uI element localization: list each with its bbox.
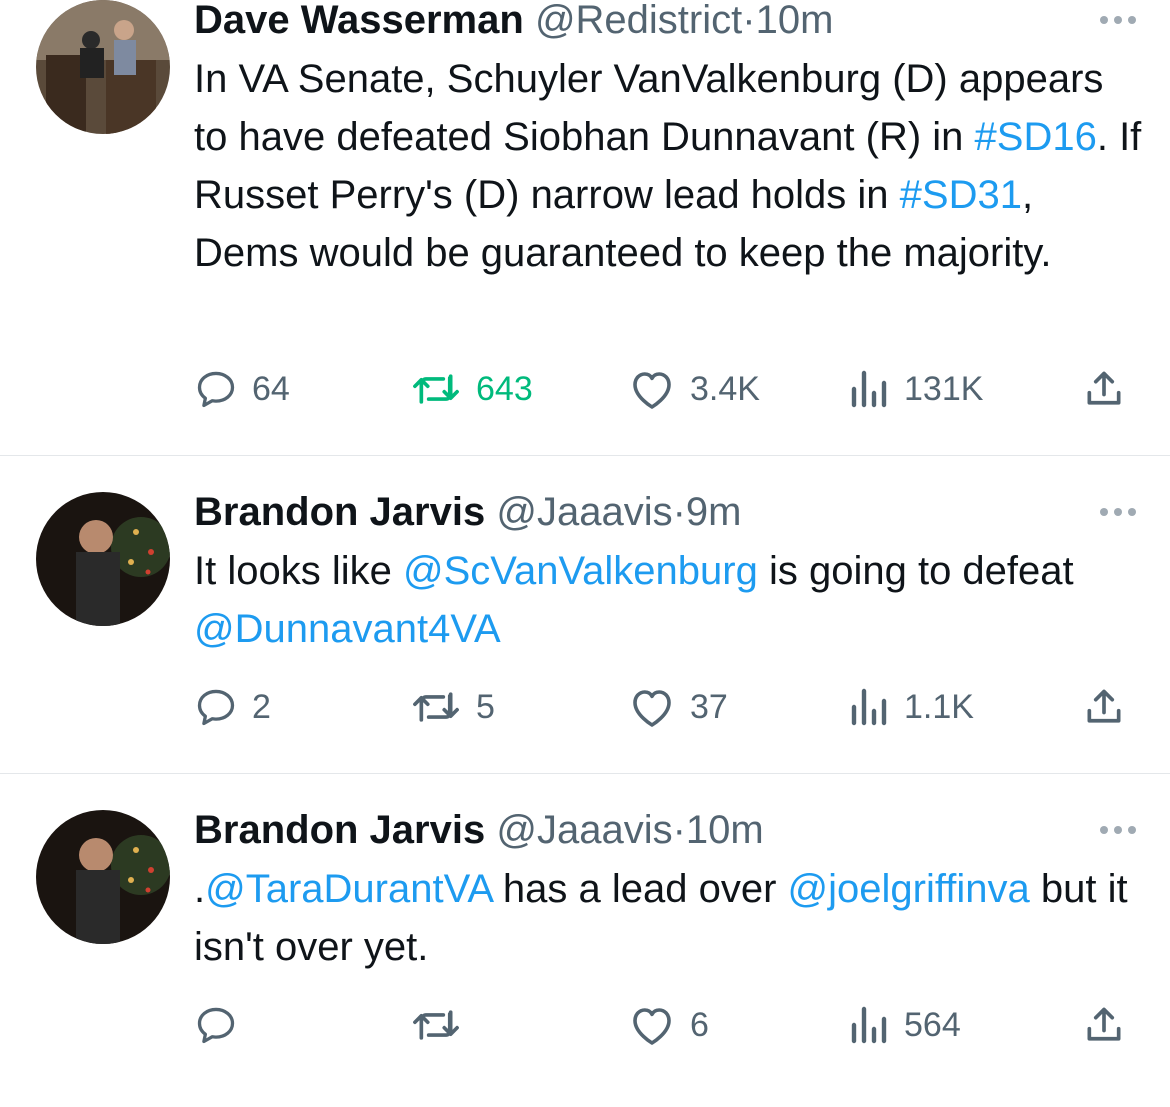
- heart-icon: [633, 1008, 671, 1045]
- reply-button[interactable]: 2: [194, 682, 271, 732]
- views-button[interactable]: 131K: [850, 364, 983, 414]
- more-icon[interactable]: [1096, 502, 1140, 522]
- views-count: 1.1K: [904, 687, 974, 726]
- retweet-icon: [413, 1010, 459, 1040]
- tweet-text-part: is going to defeat: [757, 549, 1074, 593]
- tweet-text: It looks like @ScVanValkenburg is going …: [194, 542, 1144, 658]
- share-icon: [1087, 371, 1121, 405]
- retweet-count: 5: [476, 687, 495, 726]
- tweet-header: Dave Wasserman @Redistrict·10m: [194, 0, 1050, 44]
- views-icon: [851, 1006, 887, 1044]
- tweet[interactable]: Dave Wasserman @Redistrict·10m In VA Sen…: [0, 0, 1170, 455]
- views-button[interactable]: 1.1K: [850, 682, 974, 732]
- views-count: 564: [904, 1005, 961, 1044]
- tweet[interactable]: Brandon Jarvis @Jaaavis·10m .@TaraDurant…: [0, 774, 1170, 1107]
- separator: ·: [672, 490, 686, 534]
- retweet-icon: [413, 374, 459, 404]
- timestamp[interactable]: 9m: [686, 490, 742, 534]
- hashtag-link[interactable]: #SD31: [900, 173, 1022, 217]
- views-count: 131K: [904, 369, 984, 408]
- mention-link[interactable]: @TaraDurantVA: [205, 867, 492, 911]
- avatar[interactable]: [36, 810, 170, 944]
- action-bar: 6 564: [194, 1000, 1139, 1050]
- tweet[interactable]: Brandon Jarvis @Jaaavis·9m It looks like…: [0, 456, 1170, 773]
- more-icon[interactable]: [1096, 820, 1140, 840]
- like-button[interactable]: 3.4K: [628, 364, 760, 414]
- reply-icon: [197, 371, 235, 408]
- share-button[interactable]: [1082, 1000, 1126, 1050]
- mention-link[interactable]: @joelgriffinva: [788, 867, 1030, 911]
- author-name[interactable]: Brandon Jarvis: [194, 490, 485, 534]
- author-name[interactable]: Dave Wasserman: [194, 0, 524, 42]
- separator: ·: [672, 808, 686, 852]
- views-icon: [851, 688, 887, 726]
- retweet-icon: [413, 692, 459, 722]
- author-handle[interactable]: @Jaaavis: [496, 808, 672, 852]
- like-button[interactable]: 6: [628, 1000, 709, 1050]
- share-button[interactable]: [1082, 364, 1126, 414]
- heart-icon: [633, 690, 671, 727]
- tweet-text-part: It looks like: [194, 549, 403, 593]
- action-bar: 64 643 3.4K 131K: [194, 364, 1139, 414]
- reply-count: 2: [252, 687, 271, 726]
- like-count: 37: [690, 687, 728, 726]
- mention-link[interactable]: @Dunnavant4VA: [194, 607, 501, 651]
- retweet-button[interactable]: 643: [410, 364, 533, 414]
- reply-icon: [197, 1007, 235, 1044]
- tweet-text-part: In VA Senate, Schuyler VanValkenburg (D)…: [194, 57, 1104, 159]
- tweet-text: In VA Senate, Schuyler VanValkenburg (D)…: [194, 50, 1144, 282]
- avatar[interactable]: [36, 0, 170, 134]
- avatar[interactable]: [36, 492, 170, 626]
- like-button[interactable]: 37: [628, 682, 728, 732]
- retweet-button[interactable]: [410, 1000, 462, 1050]
- share-button[interactable]: [1082, 682, 1126, 732]
- hashtag-link[interactable]: #SD16: [975, 115, 1097, 159]
- separator: ·: [742, 0, 756, 42]
- tweet-header: Brandon Jarvis @Jaaavis·9m: [194, 488, 1050, 536]
- author-handle[interactable]: @Jaaavis: [496, 490, 672, 534]
- like-count: 3.4K: [690, 369, 760, 408]
- action-bar: 2 5 37 1.1K: [194, 682, 1139, 732]
- reply-count: 64: [252, 369, 290, 408]
- retweet-button[interactable]: 5: [410, 682, 495, 732]
- reply-button[interactable]: [194, 1000, 238, 1050]
- timestamp[interactable]: 10m: [686, 808, 764, 852]
- share-icon: [1087, 1007, 1121, 1041]
- like-count: 6: [690, 1005, 709, 1044]
- reply-icon: [197, 689, 235, 726]
- retweet-count: 643: [476, 369, 533, 408]
- tweet-text-part: has a lead over: [491, 867, 788, 911]
- views-icon: [851, 370, 887, 408]
- tweet-text: .@TaraDurantVA has a lead over @joelgrif…: [194, 860, 1144, 976]
- views-button[interactable]: 564: [850, 1000, 961, 1050]
- more-icon[interactable]: [1096, 10, 1140, 30]
- author-name[interactable]: Brandon Jarvis: [194, 808, 485, 852]
- tweet-header: Brandon Jarvis @Jaaavis·10m: [194, 806, 1050, 854]
- reply-button[interactable]: 64: [194, 364, 290, 414]
- heart-icon: [633, 372, 671, 409]
- mention-link[interactable]: @ScVanValkenburg: [403, 549, 758, 593]
- timestamp[interactable]: 10m: [756, 0, 834, 42]
- author-handle[interactable]: @Redistrict: [535, 0, 742, 42]
- share-icon: [1087, 689, 1121, 723]
- tweet-text-part: .: [194, 867, 206, 911]
